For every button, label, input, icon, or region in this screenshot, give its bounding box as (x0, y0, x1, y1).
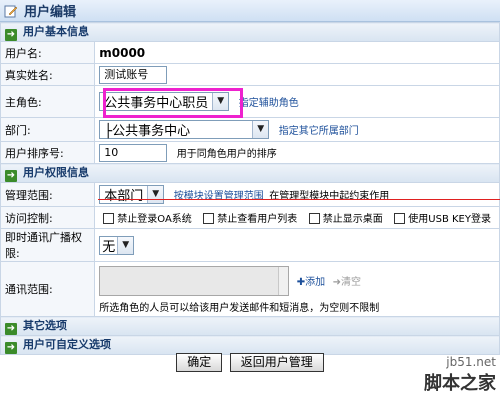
scope-by-module-link[interactable]: 按模块设置管理范围 (174, 191, 264, 202)
realname-input[interactable]: 测试账号 (99, 65, 168, 84)
comm-note: 所选角色的人员可以给该用户发送邮件和短消息，为空则不限制 (99, 302, 380, 314)
sort-order-input[interactable]: 10 (99, 143, 168, 162)
scope-value: 本部门 (104, 189, 144, 204)
title-bar: 用户编辑 (0, 0, 500, 22)
row-department: 部门: ├公共事务中心 ▼ 指定其它所属部门 (0, 117, 500, 142)
checkbox[interactable] (394, 213, 406, 224)
clear-button[interactable]: ➜清空 (333, 277, 361, 288)
sort-order-hint: 用于同角色用户的排序 (176, 149, 277, 160)
row-main-role: 主角色: 公共事务中心职员 ▼ 指定辅助角色 (0, 85, 500, 118)
access-option[interactable]: 禁止登录OA系统 (99, 213, 192, 225)
chevron-down-icon[interactable]: ▼ (147, 186, 164, 203)
section-basic: ➜ 用户基本信息 (0, 22, 500, 42)
watermark: jb51.net 脚本之家 (424, 355, 496, 395)
department-value: ├公共事务中心 (104, 124, 191, 139)
im-value: 无 (102, 239, 116, 255)
access-label: 访问控制: (0, 206, 96, 229)
row-realname: 真实姓名: 测试账号 (0, 63, 500, 86)
confirm-button[interactable]: 确定 (176, 353, 223, 372)
username-label: 用户名: (0, 41, 96, 64)
username-value: m0000 (99, 45, 146, 60)
checkbox[interactable] (203, 213, 215, 224)
im-select[interactable]: 无 ▼ (99, 235, 135, 255)
watermark-name: 脚本之家 (424, 373, 496, 394)
im-label: 即时通讯广播权限: (0, 228, 96, 262)
row-access: 访问控制: 禁止登录OA系统 禁止查看用户列表 禁止显示桌面 使用USB KEY… (0, 206, 500, 229)
chevron-down-icon[interactable]: ▼ (252, 121, 269, 138)
comm-label: 通讯范围: (0, 261, 96, 317)
department-label: 部门: (0, 117, 96, 142)
row-sort-order: 用户排序号: 10 用于同角色用户的排序 (0, 141, 500, 164)
scope-label: 管理范围: (0, 182, 96, 207)
user-edit-form: ➜ 用户基本信息 用户名: m0000 真实姓名: 测试账号 主角色: 公共事务中… (0, 22, 500, 355)
edit-icon (4, 5, 18, 17)
section-permissions: ➜ 用户权限信息 (0, 163, 500, 183)
row-scope: 管理范围: 本部门 ▼ 按模块设置管理范围 在管理型模块中起约束作用 (0, 182, 500, 207)
watermark-site: jb51.net (446, 355, 496, 369)
arrow-right-icon: ➜ (5, 170, 17, 182)
scrollbar[interactable] (278, 266, 289, 295)
highlight-box (103, 88, 243, 118)
checkbox[interactable] (103, 213, 115, 224)
scope-select[interactable]: 本部门 ▼ (99, 185, 165, 204)
back-button[interactable]: 返回用户管理 (229, 353, 324, 372)
section-basic-title: 用户基本信息 (23, 25, 89, 38)
row-comm: 通讯范围: ✚添加 ➜清空 所选角色的人员可以给该用户发送邮件和短消息，为空则不… (0, 261, 500, 317)
section-other[interactable]: ➜ 其它选项 (0, 316, 500, 336)
arrow-right-icon: ➜ (5, 29, 17, 41)
chevron-down-icon[interactable]: ▼ (117, 236, 134, 254)
main-role-label: 主角色: (0, 85, 96, 118)
add-button[interactable]: ✚添加 (297, 277, 325, 288)
access-option[interactable]: 禁止查看用户列表 (199, 213, 297, 225)
department-select[interactable]: ├公共事务中心 ▼ (99, 120, 270, 139)
realname-label: 真实姓名: (0, 63, 96, 86)
page-title: 用户编辑 (24, 5, 77, 20)
comm-textarea[interactable] (99, 265, 290, 296)
checkbox[interactable] (308, 213, 320, 224)
access-option[interactable]: 禁止显示桌面 (305, 213, 383, 225)
section-permissions-title: 用户权限信息 (23, 166, 89, 179)
section-other-title: 其它选项 (23, 319, 67, 332)
annotation-line (98, 199, 500, 200)
assign-other-dept-link[interactable]: 指定其它所属部门 (279, 126, 359, 137)
access-option[interactable]: 使用USB KEY登录 (390, 213, 491, 225)
assign-aux-role-link[interactable]: 指定辅助角色 (239, 98, 299, 109)
scope-note: 在管理型模块中起约束作用 (269, 191, 390, 202)
arrow-right-icon: ➜ (5, 323, 17, 335)
row-username: 用户名: m0000 (0, 41, 500, 64)
sort-order-label: 用户排序号: (0, 141, 96, 164)
row-im: 即时通讯广播权限: 无 ▼ (0, 228, 500, 262)
